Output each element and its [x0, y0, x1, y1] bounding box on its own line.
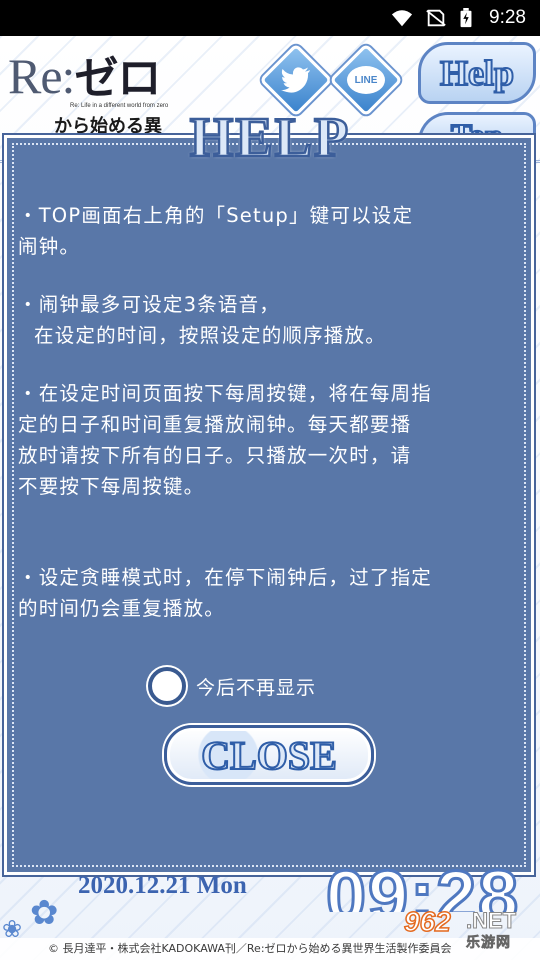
twitter-icon	[281, 67, 310, 93]
site-watermark: 962 .NET 乐游网	[403, 905, 538, 952]
help-line: ・设定贪睡模式时，在停下闹钟后，过了指定	[18, 566, 433, 589]
dont-show-again-label: 今后不再显示	[196, 676, 317, 699]
line-icon: LINE	[347, 66, 385, 94]
watermark-number: 962	[403, 905, 451, 938]
wifi-icon	[391, 10, 413, 27]
help-line: 在设定的时间，按照设定的顺序播放。	[34, 324, 386, 347]
help-line: ・闹钟最多可设定3条语音，	[18, 293, 281, 316]
dont-show-again-radio[interactable]	[148, 667, 186, 705]
help-line: 的时间仍会重复播放。	[18, 597, 226, 620]
help-paragraph: ・TOP画面右上角的「Setup」键可以设定 闹钟。	[18, 200, 498, 262]
help-line: 放时请按下所有的日子。只播放一次时，请	[18, 444, 412, 467]
current-clock: 09:28	[326, 856, 521, 913]
status-time: 9:28	[489, 7, 526, 28]
help-line: 定的日子和时间重复播放闹钟。每天都要播	[18, 413, 412, 436]
help-paragraph: ・在设定时间页面按下每周按键，将在每周指 定的日子和时间重复播放闹钟。每天都要播…	[18, 378, 498, 502]
help-line: ・TOP画面右上角的「Setup」键可以设定	[18, 204, 414, 227]
watermark-net: .NET	[465, 908, 517, 934]
help-line: 不要按下每周按键。	[18, 475, 205, 498]
help-line: ・在设定时间页面按下每周按键，将在每周指	[18, 382, 433, 405]
help-line: 闹钟。	[18, 235, 81, 258]
no-sim-icon	[426, 9, 446, 27]
help-paragraph: ・闹钟最多可设定3条语音， 在设定的时间，按照设定的顺序播放。	[18, 289, 498, 351]
watermark-site: 乐游网	[466, 935, 511, 952]
help-paragraph: ・设定贪睡模式时，在停下闹钟后，过了指定 的时间仍会重复播放。	[18, 562, 498, 624]
logo-re: Re:	[8, 48, 75, 104]
dont-show-again-option[interactable]: 今后不再显示	[148, 666, 316, 706]
dialog-title: HELP	[189, 107, 351, 170]
status-bar: 9:28	[0, 0, 540, 36]
logo-title: Re:ゼロ	[8, 50, 188, 105]
logo-zero: ゼロ	[74, 53, 161, 104]
logo-subtitle-en: Re: Life in a different world from zero	[70, 103, 169, 109]
battery-charging-icon	[460, 8, 472, 28]
close-button[interactable]: CLOSE	[164, 725, 374, 785]
help-button[interactable]: Help	[418, 42, 536, 104]
current-date: 2020.12.21 Mon	[78, 872, 247, 899]
